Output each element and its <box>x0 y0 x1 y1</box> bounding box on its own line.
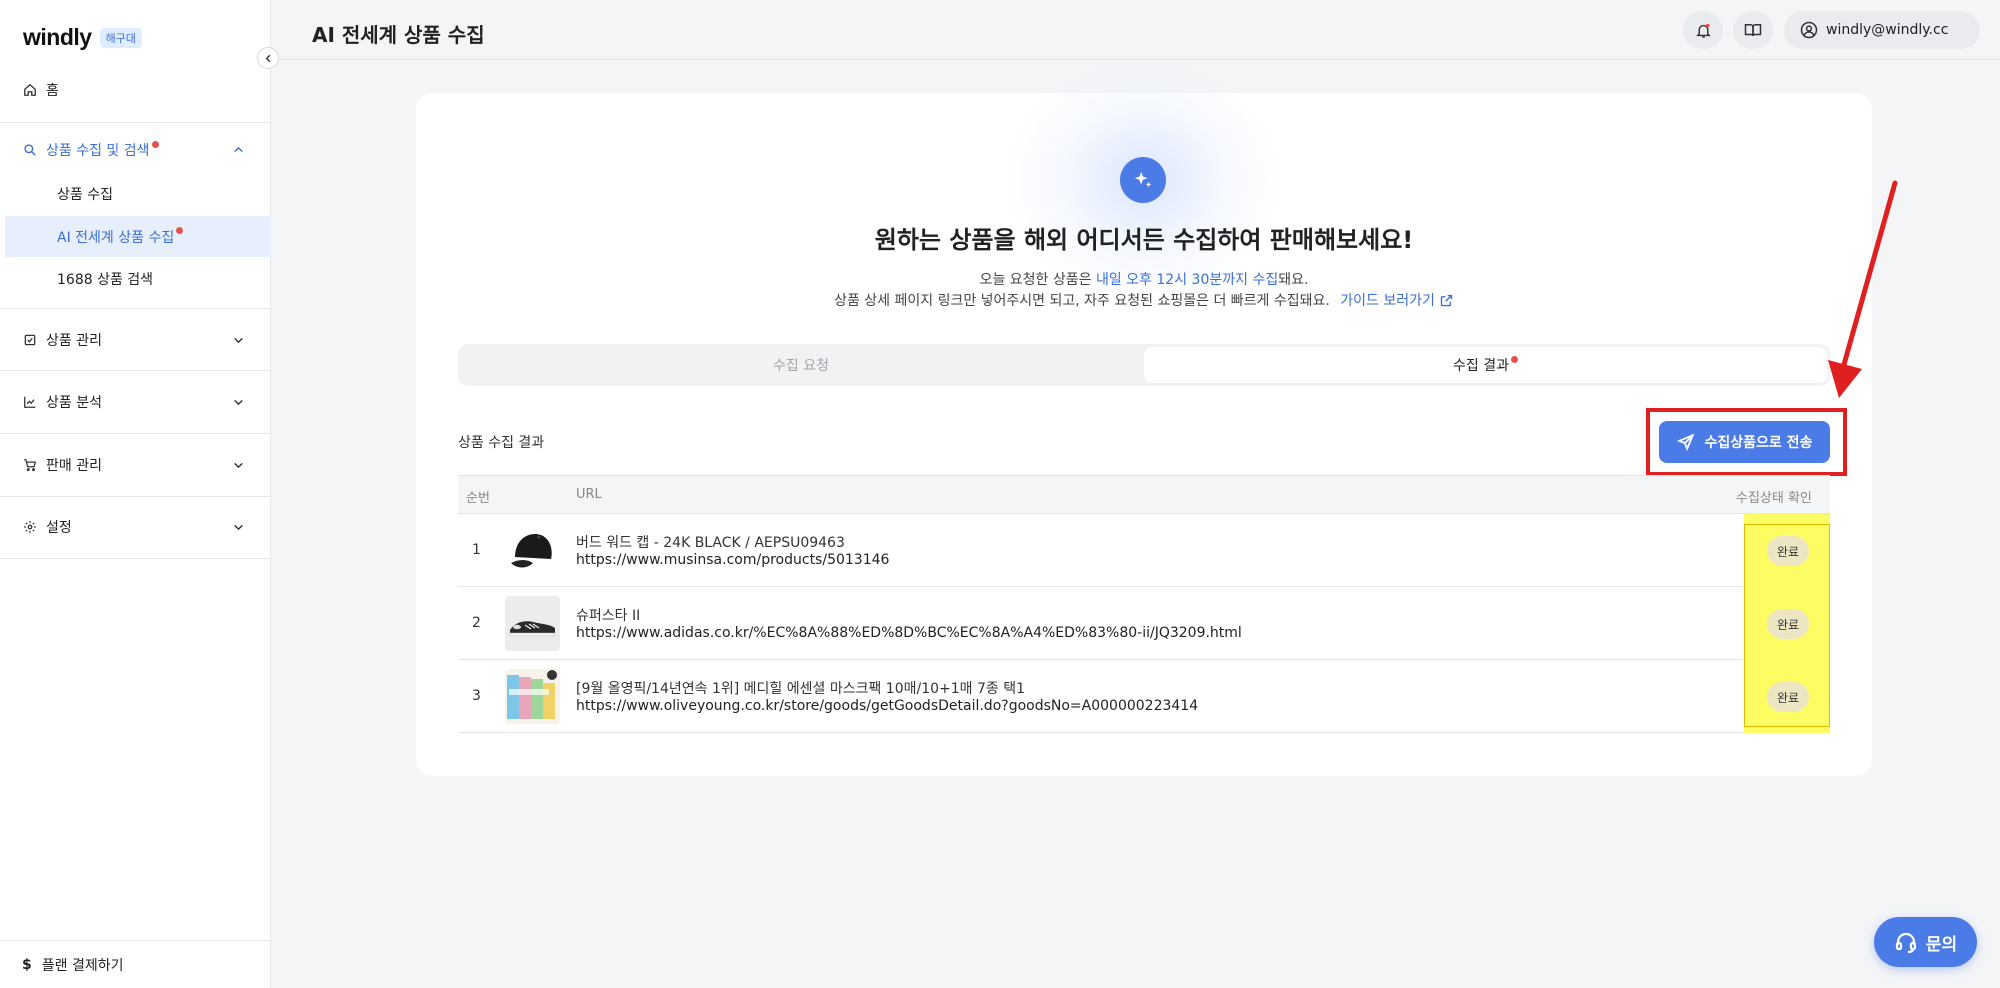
chart-icon <box>22 394 38 410</box>
sidebar-item-product-analysis[interactable]: 상품 분석 <box>0 390 271 414</box>
alert-dot <box>1510 355 1518 363</box>
dollar-icon: $ <box>22 956 32 973</box>
book-icon <box>1744 24 1762 37</box>
search-icon <box>22 142 38 158</box>
info-line-1: 오늘 요청한 상품은 내일 오후 12시 30분까지 수집돼요. <box>416 269 1872 289</box>
table-row: 2 슈퍼스타 II https://www.adidas.co.kr/%EC%8… <box>458 587 1830 660</box>
brand[interactable]: windly 해구대 <box>23 24 142 51</box>
product-url[interactable]: https://www.adidas.co.kr/%EC%8A%88%ED%8D… <box>576 625 1242 641</box>
brand-logo: windly <box>23 24 92 50</box>
product-thumbnail-cap <box>505 523 560 578</box>
info-highlight: 내일 오후 12시 30분까지 수집 <box>1095 272 1279 288</box>
sidebar-item-collect-search[interactable]: 상품 수집 및 검색 <box>0 138 271 162</box>
row-index: 1 <box>472 542 481 558</box>
sidebar-subitem-1688-search[interactable]: 1688 상품 검색 <box>5 258 271 299</box>
sidebar-item-label: 판매 관리 <box>46 458 102 474</box>
chat-button-label: 문의 <box>1925 934 1958 955</box>
sidebar-collapse-button[interactable] <box>257 47 279 69</box>
sidebar-subitem-label: 1688 상품 검색 <box>57 271 154 288</box>
product-name: 슈퍼스타 II <box>576 608 641 624</box>
cart-icon <box>22 457 38 473</box>
alert-dot <box>151 140 159 148</box>
gear-icon <box>22 519 38 535</box>
divider <box>0 496 271 497</box>
column-header-index: 순번 <box>466 491 490 506</box>
table-row: 3 [9월 올영픽/14년연속 1위] 메디힐 에센셜 마스크팩 10매/10+… <box>458 660 1830 733</box>
product-name: [9월 올영픽/14년연속 1위] 메디힐 에센셜 마스크팩 10매/10+1매… <box>576 681 1026 697</box>
plan-payment-button[interactable]: $ 플랜 결제하기 <box>0 940 271 988</box>
sparkle-icon <box>1120 157 1166 203</box>
user-icon <box>1800 21 1818 39</box>
sidebar-subitem-label: AI 전세계 상품 수집 <box>57 229 175 246</box>
row-index: 3 <box>472 688 481 704</box>
guide-book-button[interactable] <box>1733 11 1773 49</box>
chevron-down-icon <box>232 521 245 534</box>
brand-badge: 해구대 <box>99 27 142 48</box>
info-line-2: 상품 상세 페이지 링크만 넣어주시면 되고, 자주 요청된 쇼핑몰은 더 빠르… <box>416 290 1872 310</box>
sidebar-subitem-collect[interactable]: 상품 수집 <box>5 173 271 214</box>
sidebar-item-label: 상품 관리 <box>46 333 102 349</box>
divider <box>0 370 271 371</box>
product-url[interactable]: https://www.musinsa.com/products/5013146 <box>576 552 889 568</box>
chevron-up-icon <box>232 144 245 157</box>
annotation-red-box <box>1646 408 1847 476</box>
header: AI 전세계 상품 수집 windly@windly.cc <box>272 0 2000 60</box>
sidebar-item-settings[interactable]: 설정 <box>0 515 271 539</box>
alert-dot <box>176 227 184 234</box>
result-tabs: 수집 요청 수집 결과 <box>458 344 1830 386</box>
product-thumbnail-maskpack <box>505 669 560 724</box>
product-name: 버드 워드 캡 - 24K BLACK / AEPSU09463 <box>576 535 845 551</box>
guide-link[interactable]: 가이드 보러가기 <box>1340 290 1454 310</box>
row-index: 2 <box>472 615 481 631</box>
sidebar-item-label: 상품 수집 및 검색 <box>46 143 150 159</box>
product-thumbnail-sneaker <box>505 596 560 651</box>
sidebar-item-label: 설정 <box>46 520 72 536</box>
info-text: 오늘 요청한 상품은 <box>979 272 1096 288</box>
guide-link-label: 가이드 보러가기 <box>1340 293 1435 309</box>
table-header: 순번 URL 수집상태 확인 <box>458 475 1830 514</box>
external-link-icon <box>1440 294 1453 306</box>
home-icon <box>22 82 38 98</box>
sidebar-item-sales-manage[interactable]: 판매 관리 <box>0 453 271 477</box>
bell-icon <box>1695 23 1711 38</box>
tab-collect-request[interactable]: 수집 요청 <box>461 347 1141 383</box>
chevron-down-icon <box>232 396 245 409</box>
status-badge[interactable]: 완료 <box>1767 609 1809 639</box>
chevron-down-icon <box>232 459 245 472</box>
notification-button[interactable] <box>1683 11 1723 49</box>
headset-icon <box>1895 932 1916 954</box>
info-text: 돼요. <box>1278 272 1309 288</box>
plan-label: 플랜 결제하기 <box>41 957 124 974</box>
headline: 원하는 상품을 해외 어디서든 수집하여 판매해보세요! <box>874 226 1414 254</box>
chevron-down-icon <box>232 334 245 347</box>
user-email: windly@windly.cc <box>1826 22 1949 38</box>
info-text: 상품 상세 페이지 링크만 넣어주시면 되고, 자주 요청된 쇼핑몰은 더 빠르… <box>834 293 1330 309</box>
divider <box>0 558 271 559</box>
sidebar-subitem-label: 상품 수집 <box>57 186 113 203</box>
status-badge[interactable]: 완료 <box>1767 682 1809 712</box>
checkbox-icon <box>22 332 38 348</box>
section-title: 상품 수집 결과 <box>458 435 545 451</box>
column-header-url: URL <box>576 487 602 502</box>
sidebar: windly 해구대 홈 상품 수집 및 검색 상품 수집 AI 전세계 상품 … <box>0 0 271 988</box>
status-badge[interactable]: 완료 <box>1767 536 1809 566</box>
divider <box>0 122 271 123</box>
page-title: AI 전세계 상품 수집 <box>312 23 485 47</box>
tab-collect-result[interactable]: 수집 결과 <box>1144 347 1827 383</box>
sidebar-item-home[interactable]: 홈 <box>0 78 271 102</box>
divider <box>0 433 271 434</box>
column-header-status: 수집상태 확인 <box>1736 491 1812 506</box>
product-url[interactable]: https://www.oliveyoung.co.kr/store/goods… <box>576 698 1198 714</box>
sidebar-item-product-manage[interactable]: 상품 관리 <box>0 328 271 352</box>
annotation-red-arrow <box>1828 180 1898 398</box>
sidebar-subitem-ai-collect[interactable]: AI 전세계 상품 수집 <box>5 216 271 257</box>
sidebar-item-label: 홈 <box>46 83 59 99</box>
user-menu-button[interactable]: windly@windly.cc <box>1784 11 1980 49</box>
chevron-left-icon <box>265 54 270 62</box>
table-row: 1 버드 워드 캡 - 24K BLACK / AEPSU09463 https… <box>458 514 1830 587</box>
inquiry-chat-button[interactable]: 문의 <box>1874 917 1977 967</box>
divider <box>0 308 271 309</box>
sidebar-item-label: 상품 분석 <box>46 395 102 411</box>
tab-label: 수집 결과 <box>1453 358 1509 374</box>
